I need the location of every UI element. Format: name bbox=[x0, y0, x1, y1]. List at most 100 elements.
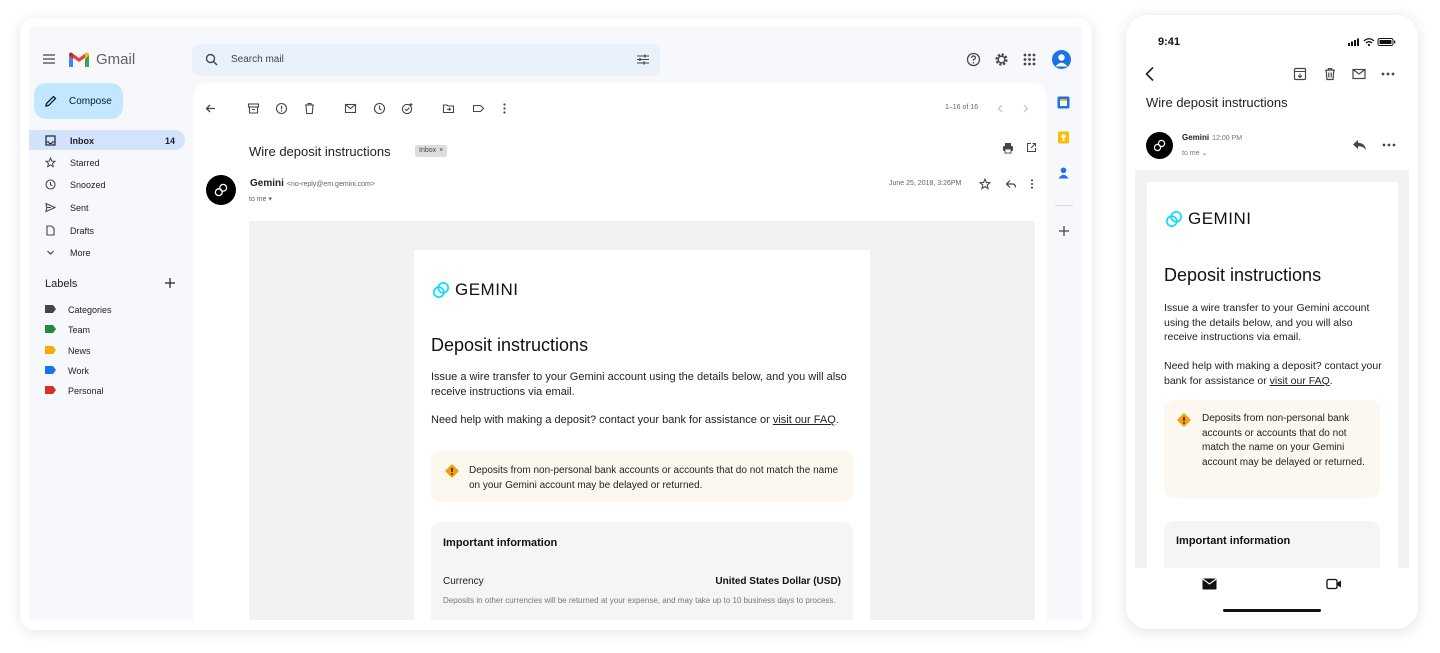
caret-down-icon[interactable]: ▾ bbox=[268, 196, 272, 203]
email-title: Deposit instructions bbox=[1164, 265, 1322, 285]
chevron-down-icon bbox=[45, 247, 56, 258]
sender-avatar[interactable] bbox=[1146, 132, 1173, 159]
sidebar-item-starred[interactable]: Starred bbox=[29, 152, 185, 172]
draft-file-icon bbox=[45, 225, 56, 236]
warning-box: Deposits from non-personal bank accounts… bbox=[1164, 400, 1380, 498]
more-vert-icon[interactable] bbox=[498, 102, 511, 115]
delete-icon[interactable] bbox=[1323, 67, 1337, 81]
sender-name: Gemini bbox=[1182, 133, 1210, 142]
help-icon[interactable] bbox=[966, 52, 981, 67]
gmail-app: Gmail Search mail Compose Inbox 14 Starr… bbox=[29, 27, 1082, 620]
faq-link[interactable]: visit our FAQ bbox=[1270, 375, 1330, 387]
inbox-icon bbox=[45, 135, 56, 146]
sender-time: 12:00 PM bbox=[1212, 135, 1243, 142]
label-name: News bbox=[68, 346, 91, 356]
settings-icon[interactable] bbox=[994, 52, 1009, 67]
sidebar-item-drafts[interactable]: Drafts bbox=[29, 220, 185, 240]
sender-avatar[interactable] bbox=[206, 175, 236, 205]
to-me-label: to me bbox=[249, 196, 267, 203]
delete-icon[interactable] bbox=[303, 102, 316, 115]
reply-icon[interactable] bbox=[1352, 139, 1367, 151]
label-tag-icon bbox=[45, 305, 56, 313]
mail-tab-icon[interactable] bbox=[1202, 578, 1217, 590]
label-tag-icon bbox=[45, 325, 56, 333]
apps-grid-icon[interactable] bbox=[1022, 52, 1037, 67]
recipient-details[interactable]: to me ⌄ bbox=[1182, 149, 1207, 157]
home-indicator bbox=[1223, 609, 1321, 612]
chevron-down-icon[interactable]: ⌄ bbox=[1201, 150, 1207, 157]
sidebar-item-inbox[interactable]: Inbox 14 bbox=[29, 130, 185, 150]
search-options-icon[interactable] bbox=[636, 53, 650, 66]
desktop-window: Gmail Search mail Compose Inbox 14 Starr… bbox=[20, 18, 1092, 630]
info-title: Important information bbox=[1176, 535, 1291, 547]
star-icon bbox=[45, 157, 56, 168]
contacts-icon[interactable] bbox=[1057, 166, 1071, 180]
search-icon[interactable] bbox=[205, 53, 218, 66]
keep-icon[interactable] bbox=[1057, 131, 1071, 145]
help-paragraph: Need help with making a deposit? contact… bbox=[1164, 359, 1384, 388]
compose-button[interactable]: Compose bbox=[34, 83, 123, 119]
gemini-wordmark: GEMINI bbox=[455, 280, 519, 299]
status-icons bbox=[1348, 37, 1396, 47]
email-subject: Wire deposit instructions bbox=[249, 144, 391, 159]
labels-heading: Labels bbox=[45, 278, 78, 290]
mark-unread-icon[interactable] bbox=[344, 102, 357, 115]
more-horiz-icon[interactable] bbox=[1381, 72, 1395, 76]
back-chevron-icon[interactable] bbox=[1144, 66, 1156, 82]
email-card: GEMINI Deposit instructions Issue a wire… bbox=[414, 250, 870, 620]
back-arrow-icon[interactable] bbox=[204, 102, 217, 115]
currency-label: Currency bbox=[443, 576, 484, 587]
report-spam-icon[interactable] bbox=[275, 102, 288, 115]
more-vert-icon[interactable] bbox=[1026, 178, 1039, 191]
add-addon-icon[interactable] bbox=[1058, 225, 1072, 239]
label-tag-icon bbox=[45, 346, 56, 354]
sender-line[interactable]: Gemini 12:00 PM bbox=[1182, 133, 1242, 142]
label-name: Work bbox=[68, 366, 89, 376]
sidebar-item-label: Drafts bbox=[70, 226, 95, 236]
chevron-left-icon[interactable] bbox=[994, 102, 1007, 115]
email-paragraph: Issue a wire transfer to your Gemini acc… bbox=[431, 371, 847, 398]
sidebar-item-sent[interactable]: Sent bbox=[29, 197, 185, 217]
warning-icon bbox=[444, 463, 460, 479]
add-label-icon[interactable] bbox=[164, 277, 176, 289]
email-subject: Wire deposit instructions bbox=[1146, 95, 1288, 110]
clock-icon bbox=[45, 179, 56, 190]
faq-link[interactable]: visit our FAQ bbox=[773, 414, 836, 426]
warning-icon bbox=[1176, 412, 1192, 428]
sender-line[interactable]: Gemini <no-reply@em.gemini.com> bbox=[250, 178, 375, 189]
compose-label: Compose bbox=[69, 96, 112, 107]
label-icon[interactable] bbox=[472, 102, 485, 115]
search-input[interactable]: Search mail bbox=[231, 54, 284, 65]
email-view: 1–16 of 16 Wire deposit instructions Inb… bbox=[193, 83, 1047, 620]
more-horiz-icon[interactable] bbox=[1382, 143, 1396, 147]
open-new-window-icon[interactable] bbox=[1026, 142, 1039, 155]
sidebar-item-label: Sent bbox=[70, 203, 89, 213]
sidebar-item-more[interactable]: More bbox=[29, 242, 185, 262]
archive-icon[interactable] bbox=[247, 102, 260, 115]
inbox-label-chip[interactable]: Inbox × bbox=[415, 145, 448, 157]
snooze-icon[interactable] bbox=[373, 102, 386, 115]
print-icon[interactable] bbox=[1002, 142, 1015, 155]
archive-icon[interactable] bbox=[1293, 67, 1307, 81]
remove-label-icon[interactable]: × bbox=[439, 147, 443, 154]
important-info-box: Important information Currency United St… bbox=[431, 522, 853, 620]
bottom-nav bbox=[1126, 568, 1418, 629]
calendar-icon[interactable] bbox=[1057, 96, 1071, 110]
chevron-right-icon[interactable] bbox=[1019, 102, 1032, 115]
send-icon bbox=[45, 202, 56, 213]
sidebar-item-label: Inbox bbox=[70, 136, 94, 146]
reply-icon[interactable] bbox=[1005, 178, 1018, 191]
meet-video-icon[interactable] bbox=[1326, 578, 1342, 590]
mark-unread-icon[interactable] bbox=[1352, 67, 1366, 81]
recipient-details[interactable]: to me ▾ bbox=[249, 195, 272, 203]
search-bar[interactable]: Search mail bbox=[192, 44, 660, 76]
account-avatar[interactable] bbox=[1052, 50, 1071, 69]
move-to-folder-icon[interactable] bbox=[442, 102, 455, 115]
star-icon[interactable] bbox=[979, 178, 992, 191]
menu-icon[interactable] bbox=[41, 51, 57, 67]
help-text: Need help with making a deposit? contact… bbox=[431, 414, 773, 426]
gmail-logo[interactable]: Gmail bbox=[68, 51, 135, 68]
email-title: Deposit instructions bbox=[431, 335, 589, 355]
add-task-icon[interactable] bbox=[401, 102, 414, 115]
sidebar-item-snoozed[interactable]: Snoozed bbox=[29, 174, 185, 194]
